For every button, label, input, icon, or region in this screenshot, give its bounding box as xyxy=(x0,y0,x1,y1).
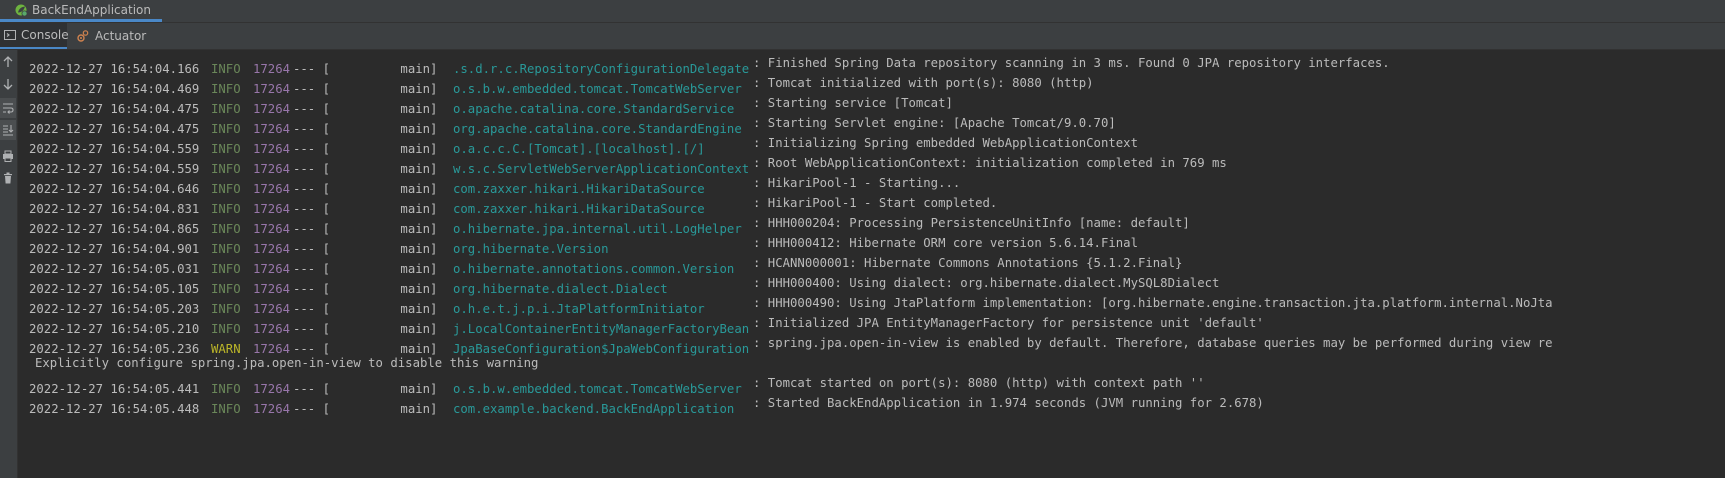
scroll-to-end-button[interactable] xyxy=(0,120,16,140)
log-line: 2022-12-27 16:54:04.475 INFO 17264 --- [ ma… xyxy=(29,93,1553,116)
log-message: : HikariPool-1 - Starting... xyxy=(753,176,961,190)
log-message: : spring.jpa.open-in-view is enabled by … xyxy=(753,336,1553,350)
console-toolbar xyxy=(0,50,18,478)
scroll-up-icon xyxy=(3,56,13,67)
log-message: : HHH000400: Using dialect: org.hibernat… xyxy=(753,276,1220,290)
log-message: : Initializing Spring embedded WebApplic… xyxy=(753,136,1138,150)
print-button[interactable] xyxy=(0,146,16,166)
print-icon xyxy=(3,150,13,162)
tab-console-label: Console xyxy=(21,28,69,42)
soft-wrap-icon xyxy=(3,103,14,114)
tab-console[interactable]: Console xyxy=(0,23,69,49)
log-line: 2022-12-27 16:54:04.559 INFO 17264 --- [ ma… xyxy=(29,153,1553,176)
log-message: : Root WebApplicationContext: initializa… xyxy=(753,156,1227,170)
log-line: 2022-12-27 16:54:04.831 INFO 17264 --- [ ma… xyxy=(29,193,1553,216)
log-line: 2022-12-27 16:54:05.203 INFO 17264 --- [ ma… xyxy=(29,293,1553,316)
scroll-up-button[interactable] xyxy=(0,52,16,72)
soft-wrap-button[interactable] xyxy=(0,98,16,118)
console-output[interactable]: 2022-12-27 16:54:04.166 INFO 17264 --- [ ma… xyxy=(18,50,1725,478)
spring-boot-icon xyxy=(14,3,28,17)
log-line: 2022-12-27 16:54:05.105 INFO 17264 --- [ ma… xyxy=(29,273,1553,296)
log-message: : Finished Spring Data repository scanni… xyxy=(753,56,1390,70)
console-icon xyxy=(4,29,16,41)
log-message: : HikariPool-1 - Start completed. xyxy=(753,196,998,210)
tab-actuator-label: Actuator xyxy=(95,29,147,43)
log-line: 2022-12-27 16:54:04.646 INFO 17264 --- [ ma… xyxy=(29,173,1553,196)
log-line: 2022-12-27 16:54:04.475 INFO 17264 --- [ ma… xyxy=(29,113,1553,136)
log-separator: --- [ xyxy=(293,402,331,416)
scroll-down-button[interactable] xyxy=(0,74,16,94)
log-message: : HHH000490: Using JtaPlatform implement… xyxy=(753,296,1553,310)
log-line: 2022-12-27 16:54:04.166 INFO 17264 --- [ ma… xyxy=(29,53,1553,76)
log-message: : HHH000412: Hibernate ORM core version … xyxy=(753,236,1138,250)
trash-icon xyxy=(4,172,12,184)
console-subtab-bar: Console Actuator xyxy=(0,23,1725,50)
scroll-to-end-icon xyxy=(3,125,14,136)
log-message: : Initialized JPA EntityManagerFactory f… xyxy=(753,316,1264,330)
log-thread: main] xyxy=(319,402,438,416)
log-line: 2022-12-27 16:54:04.469 INFO 17264 --- [ ma… xyxy=(29,73,1553,96)
log-pid: 17264 xyxy=(253,402,291,416)
log-line: 2022-12-27 16:54:04.559 INFO 17264 --- [ ma… xyxy=(29,133,1553,156)
log-line: 2022-12-27 16:54:05.210 INFO 17264 --- [ ma… xyxy=(29,313,1553,336)
log-line: 2022-12-27 16:54:05.441 INFO 17264 --- [ ma… xyxy=(29,373,1553,396)
run-tab-bar: BackEndApplication xyxy=(0,0,1725,23)
tab-actuator[interactable]: Actuator xyxy=(76,23,146,49)
clear-all-button[interactable] xyxy=(0,168,16,188)
log-line: 2022-12-27 16:54:05.236 WARN 17264 --- [ ma… xyxy=(29,333,1553,356)
log-continuation-line: Explicitly configure spring.jpa.open-in-… xyxy=(35,356,539,370)
run-tab-label: BackEndApplication xyxy=(32,2,151,17)
run-tab-backendapplication[interactable]: BackEndApplication xyxy=(0,0,162,22)
log-message: : Started BackEndApplication in 1.974 se… xyxy=(753,396,1264,410)
log-message: : HHH000204: Processing PersistenceUnitI… xyxy=(753,216,1190,230)
log-message: : Starting Servlet engine: [Apache Tomca… xyxy=(753,116,1116,130)
log-line: 2022-12-27 16:54:05.448 INFO 17264 --- [ ma… xyxy=(29,393,1553,416)
log-line: 2022-12-27 16:54:04.865 INFO 17264 --- [ ma… xyxy=(29,213,1553,236)
log-message: : Tomcat initialized with port(s): 8080 … xyxy=(753,76,1094,90)
log-message: : HCANN000001: Hibernate Commons Annotat… xyxy=(753,256,1183,270)
actuator-icon xyxy=(76,29,90,43)
log-level: INFO xyxy=(211,402,241,416)
log-line: 2022-12-27 16:54:05.031 INFO 17264 --- [ ma… xyxy=(29,253,1553,276)
log-logger: com.example.backend.BackEndApplication xyxy=(453,402,735,416)
scroll-down-icon xyxy=(3,79,13,90)
log-timestamp: 2022-12-27 16:54:05.448 xyxy=(29,402,200,416)
log-message: : Tomcat started on port(s): 8080 (http)… xyxy=(753,376,1205,390)
log-line: 2022-12-27 16:54:04.901 INFO 17264 --- [ ma… xyxy=(29,233,1553,256)
log-message: : Starting service [Tomcat] xyxy=(753,96,953,110)
